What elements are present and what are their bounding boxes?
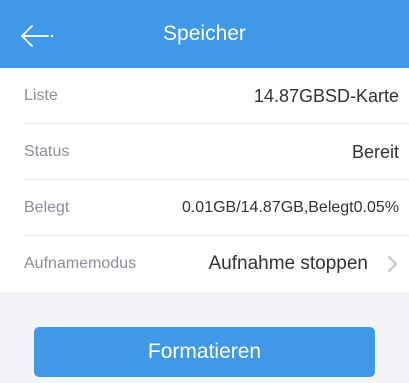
used-label: Belegt: [24, 199, 70, 216]
row-list: Liste 14.87GBSD-Karte: [0, 68, 409, 124]
list-value: 14.87GBSD-Karte: [253, 86, 399, 106]
row-used: Belegt 0.01GB/14.87GB,Belegt0.05%: [0, 180, 409, 236]
chevron-right-icon: [385, 255, 399, 273]
row-status: Status Bereit: [0, 124, 409, 180]
title-bar: Speicher: [0, 0, 409, 68]
storage-screen: Speicher Liste 14.87GBSD-Karte Status Be…: [0, 0, 409, 383]
storage-info-list: Liste 14.87GBSD-Karte Status Bereit Bele…: [0, 68, 409, 292]
status-value: Bereit: [351, 142, 399, 162]
status-label: Status: [24, 143, 70, 160]
arrow-left-icon: [18, 20, 58, 52]
recording-mode-value: Aufnahme stoppen: [208, 253, 368, 274]
back-button[interactable]: [18, 20, 58, 52]
page-title: Speicher: [163, 22, 246, 45]
row-recording-mode[interactable]: Aufnamemodus Aufnahme stoppen: [0, 236, 409, 292]
format-button[interactable]: Formatieren: [34, 327, 375, 377]
recording-mode-label: Aufnamemodus: [24, 255, 137, 272]
list-label: Liste: [24, 87, 58, 104]
used-value: 0.01GB/14.87GB,Belegt0.05%: [181, 199, 399, 216]
